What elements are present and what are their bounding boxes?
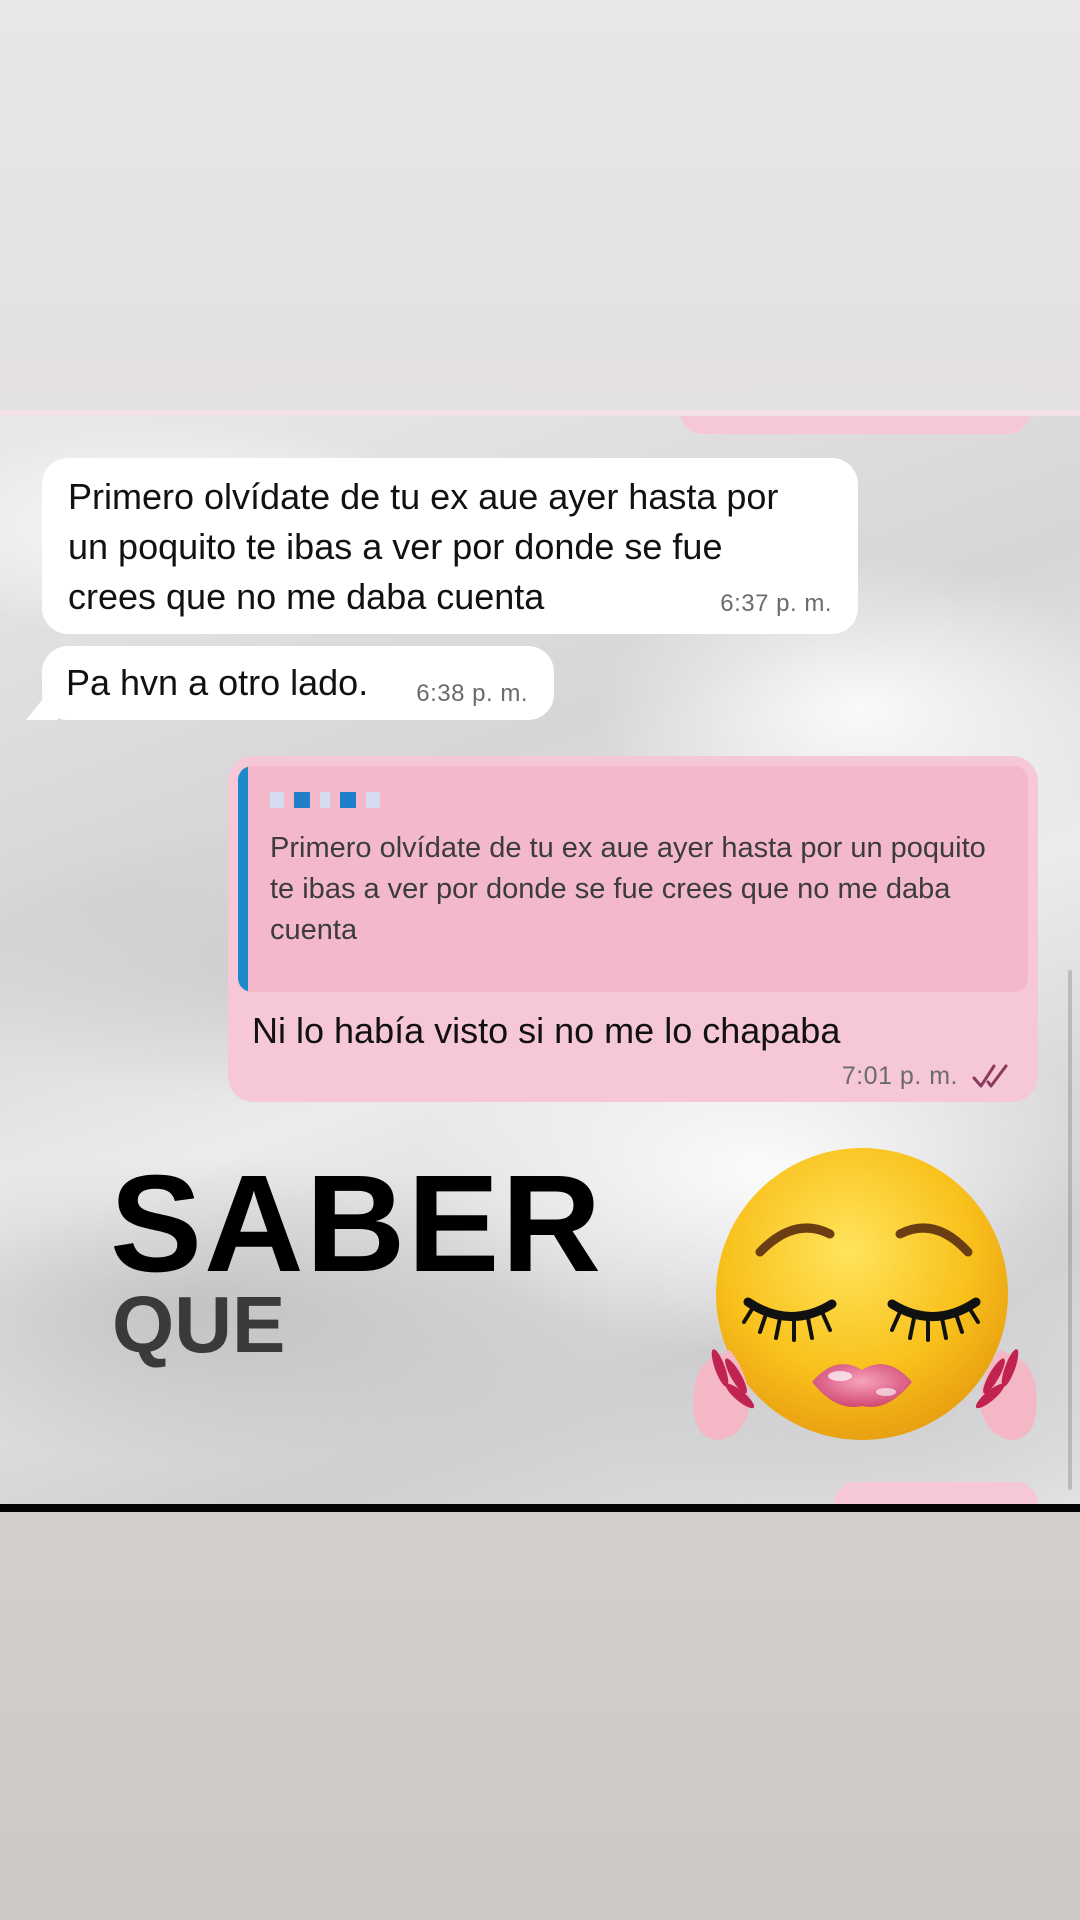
quoted-sender-name-censored (270, 790, 1004, 810)
quote-accent-bar (238, 766, 248, 992)
message-text: Ni lo había visto si no me lo chapaba (252, 1010, 841, 1051)
message-text: Primero olvídate de tu ex aue ayer hasta… (68, 476, 779, 617)
overlay-subtitle: QUE (112, 1280, 286, 1369)
incoming-message-2[interactable]: Pa hvn a otro lado. 6:38 p. m. (42, 646, 554, 720)
outgoing-reply-message[interactable]: Primero olvídate de tu ex aue ayer hasta… (228, 756, 1038, 1102)
overlay-title: SABER (110, 1147, 604, 1301)
scrollbar[interactable] (1068, 970, 1072, 1490)
message-time: 6:38 p. m. (416, 680, 528, 707)
quoted-text: Primero olvídate de tu ex aue ayer hasta… (270, 832, 986, 946)
screenshot-top-edge (0, 410, 1080, 416)
double-check-icon (972, 1064, 1008, 1088)
pleading-face-lashes-lips-emoji-icon (693, 1148, 1037, 1440)
quoted-message[interactable]: Primero olvídate de tu ex aue ayer hasta… (238, 766, 1028, 992)
chat-screenshot: Primero olvídate de tu ex aue ayer hasta… (0, 410, 1080, 1512)
incoming-message-1[interactable]: Primero olvídate de tu ex aue ayer hasta… (42, 458, 858, 634)
message-time: 7:01 p. m. (841, 1062, 958, 1090)
story-top-background (0, 0, 1080, 410)
story-bottom-background (0, 1512, 1080, 1920)
message-time: 6:37 p. m. (720, 590, 832, 617)
screenshot-bottom-edge (0, 1504, 1080, 1512)
